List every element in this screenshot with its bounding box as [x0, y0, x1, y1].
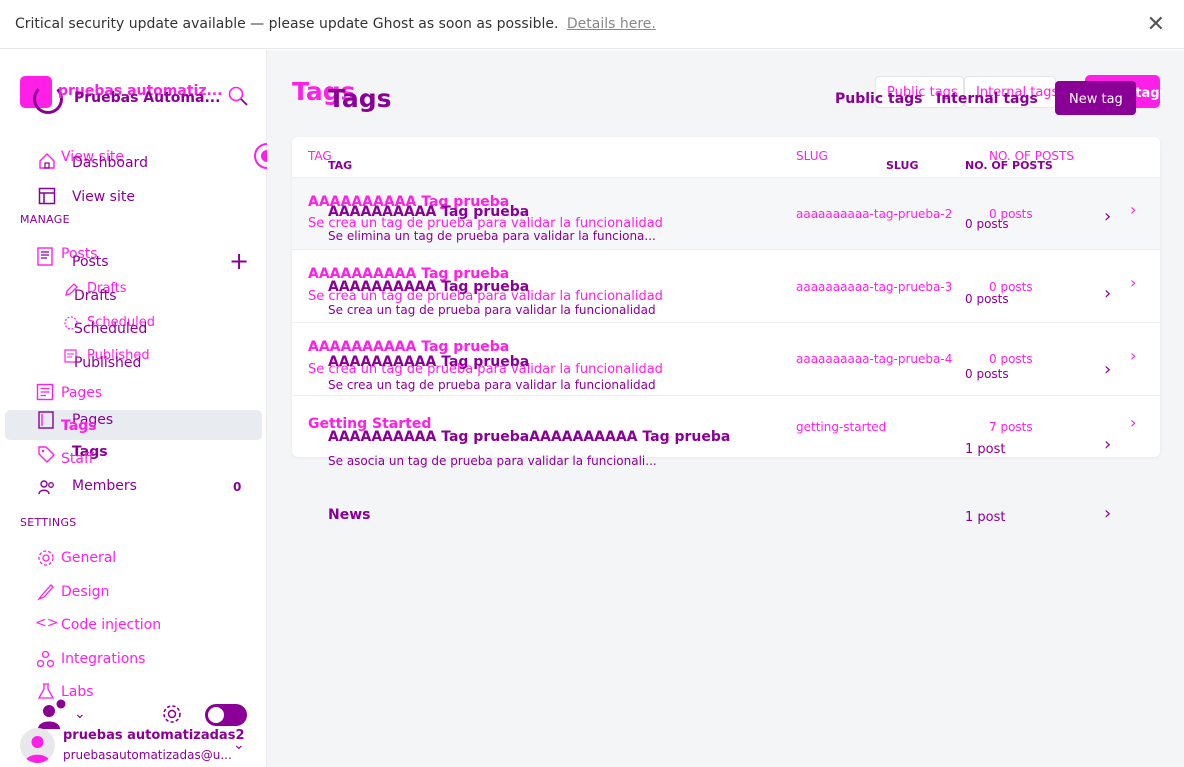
tag-description: Se elimina un tag de prueba para validar… [328, 229, 656, 243]
nav-dashboard[interactable]: Dashboard [72, 155, 148, 171]
tag-name[interactable]: AAAAAAAAAA Tag prueba [328, 204, 529, 220]
site-title-b[interactable]: Pruebas Automa... [74, 90, 220, 106]
nav-view-site-b[interactable]: View site [72, 189, 135, 205]
nav-members[interactable]: Members [72, 478, 137, 494]
table-divider [292, 395, 1160, 396]
tag-post-count[interactable]: 1 post [965, 442, 1005, 457]
column-header-posts-b: NO. OF POSTS [965, 159, 1053, 172]
tag-name[interactable]: AAAAAAAAAA Tag prueba [308, 339, 509, 355]
chevron-right-icon[interactable]: › [1130, 200, 1136, 219]
tab-internal-tags-b[interactable]: Internal tags [936, 91, 1038, 107]
tag-post-count[interactable]: 0 posts [965, 217, 1009, 231]
integrations-icon [36, 650, 55, 673]
tag-slug: getting-started [796, 420, 887, 434]
nav-code-injection[interactable]: Code injection [61, 617, 161, 633]
banner-details-link[interactable]: Details here. [567, 16, 656, 32]
tag-description: Se crea un tag de prueba para validar la… [328, 303, 656, 317]
gear-icon [37, 549, 55, 571]
tag-post-count[interactable]: 0 posts [965, 367, 1009, 381]
tag-description: Se asocia un tag de prueba para validar … [328, 454, 657, 468]
nav-general[interactable]: General [61, 550, 116, 566]
tab-public-tags-b[interactable]: Public tags [835, 91, 923, 107]
chevron-right-icon[interactable]: › [1104, 434, 1111, 455]
nav-posts-b[interactable]: Posts [72, 254, 109, 270]
tag-description: Se crea un tag de prueba para validar la… [328, 378, 656, 392]
add-post-icon[interactable]: + [229, 249, 249, 273]
tag-post-count[interactable]: 0 posts [965, 292, 1009, 306]
brush-icon [37, 583, 55, 605]
table-divider [292, 322, 1160, 323]
tag-post-count[interactable]: 0 posts [989, 352, 1033, 366]
user-avatar[interactable] [20, 728, 55, 763]
nav-pages-a[interactable]: Pages [61, 385, 102, 401]
nav-labs[interactable]: Labs [61, 684, 94, 700]
chevron-right-icon[interactable]: › [1104, 503, 1111, 524]
nav-integrations[interactable]: Integrations [61, 651, 145, 667]
page-title-b: Tags [328, 84, 392, 113]
nav-tags-a[interactable]: Tags [61, 418, 97, 434]
nav-published-b[interactable]: Published [74, 355, 141, 371]
search-icon[interactable] [227, 85, 249, 111]
nav-drafts-b[interactable]: Drafts [74, 288, 117, 304]
new-tag-label-b[interactable]: New tag [1069, 92, 1123, 107]
tag-name[interactable]: AAAAAAAAAA Tag prueba [328, 354, 529, 370]
manage-section-label: MANAGE [20, 213, 70, 226]
code-icon: <> [35, 615, 59, 631]
tag-name[interactable]: AAAAAAAAAA Tag prueba [328, 279, 529, 295]
tag-slug: aaaaaaaaaa-tag-prueba-4 [796, 352, 953, 366]
user-name[interactable]: pruebas automatizadas2 [63, 728, 245, 743]
column-header-tag-b: TAG [328, 159, 353, 172]
user-email: pruebasautomatizadas@u... [63, 748, 232, 762]
close-icon[interactable]: ✕ [1147, 12, 1165, 37]
update-banner: Critical security update available — ple… [0, 0, 1184, 49]
theme-toggle[interactable] [205, 704, 247, 726]
tag-icon [36, 410, 56, 434]
home-icon [37, 151, 57, 175]
tag-name[interactable]: AAAAAAAAAA Tag pruebaAAAAAAAAAA Tag prue… [328, 429, 730, 445]
settings-section-label: SETTINGS [20, 516, 77, 529]
table-divider [292, 249, 1160, 250]
nav-design[interactable]: Design [61, 584, 109, 600]
nav-staff[interactable]: Staff [61, 451, 94, 467]
chevron-right-icon[interactable]: › [1104, 359, 1111, 380]
posts-icon [36, 246, 56, 272]
staff-tag-icon [36, 444, 56, 470]
tag-post-count[interactable]: 7 posts [989, 420, 1033, 434]
banner-message: Critical security update available — ple… [15, 16, 656, 32]
tag-slug: aaaaaaaaaa-tag-prueba-2 [796, 207, 953, 221]
chevron-right-icon[interactable]: › [1130, 346, 1136, 365]
settings-gear-icon[interactable] [161, 703, 183, 729]
pages-icon [36, 383, 54, 405]
chevron-down-icon[interactable]: ⌄ [74, 706, 86, 722]
toggle-knob [208, 707, 224, 723]
column-header-slug-b: SLUG [886, 159, 919, 172]
chevron-right-icon[interactable]: › [1130, 273, 1136, 292]
user-chevron-down-icon[interactable]: ⌄ [233, 737, 245, 753]
chevron-right-icon[interactable]: › [1104, 206, 1111, 227]
members-count: 0 [233, 480, 242, 494]
tag-slug: aaaaaaaaaa-tag-prueba-3 [796, 280, 953, 294]
members-icon [38, 478, 56, 500]
chevron-right-icon[interactable]: › [1104, 283, 1111, 304]
table-divider [292, 177, 1160, 178]
chevron-right-icon[interactable]: › [1130, 413, 1136, 432]
tag-post-count[interactable]: 1 post [965, 510, 1005, 525]
nav-scheduled-b[interactable]: Scheduled [74, 321, 147, 337]
layout-icon [38, 187, 56, 209]
column-header-slug-a: SLUG [796, 149, 828, 163]
tag-name[interactable]: News [328, 507, 370, 523]
banner-text: Critical security update available — ple… [15, 16, 559, 32]
